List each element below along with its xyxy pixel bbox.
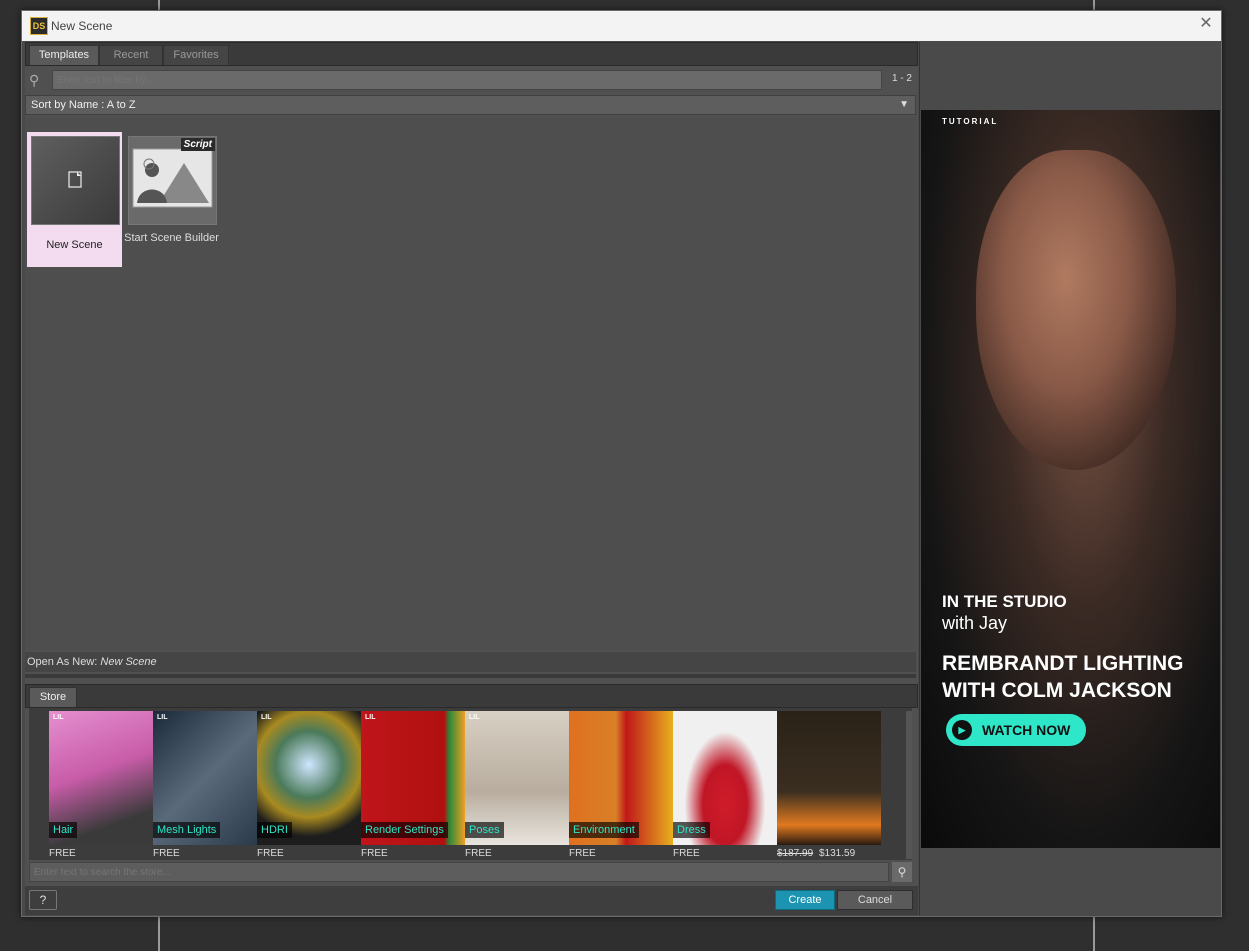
store-price: FREE <box>569 848 596 859</box>
store-item[interactable]: $187.99 $131.59 <box>777 711 881 860</box>
store-caption: Render Settings <box>361 822 448 838</box>
template-grid: New Scene Script Start Scene Builder <box>25 118 916 650</box>
filter-input[interactable] <box>52 70 882 90</box>
tab-favorites[interactable]: Favorites <box>163 45 229 65</box>
ad-panel: TUTORIAL IN THE STUDIO with Jay REMBRAND… <box>919 42 1221 915</box>
lil-badge: LIL <box>469 714 480 721</box>
store-caption: HDRI <box>257 822 292 838</box>
open-as-prefix: Open As New: <box>27 656 98 668</box>
store-price-old: $187.99 <box>777 848 814 859</box>
cancel-button[interactable]: Cancel <box>837 890 913 910</box>
store-caption: Mesh Lights <box>153 822 221 838</box>
tab-store[interactable]: Store <box>29 687 77 707</box>
app-icon: DS <box>30 17 48 35</box>
ad-headline-2: WITH COLM JACKSON <box>942 679 1172 702</box>
ad-tag: TUTORIAL <box>942 117 999 126</box>
create-button[interactable]: Create <box>775 890 835 910</box>
store-item[interactable]: LIL Poses FREE <box>465 711 569 860</box>
search-icon[interactable]: ⚲ <box>892 862 912 882</box>
store-price: FREE <box>153 848 180 859</box>
store-caption: Poses <box>465 822 504 838</box>
viewport-line <box>1093 0 1095 10</box>
store-price: FREE <box>673 848 700 859</box>
open-as-new: Open As New: New Scene <box>25 652 916 672</box>
template-thumbnail: Script <box>128 136 217 225</box>
panel-divider[interactable] <box>25 674 916 678</box>
dialog-footer: ? Create Cancel <box>25 886 918 915</box>
tutorial-ad[interactable]: TUTORIAL IN THE STUDIO with Jay REMBRAND… <box>921 110 1220 848</box>
store-price: FREE <box>49 848 76 859</box>
help-button[interactable]: ? <box>29 890 57 910</box>
lil-badge: LIL <box>261 714 272 721</box>
store-price: $131.59 <box>819 848 856 859</box>
viewport-line <box>158 0 160 10</box>
viewport-line <box>1093 915 1095 951</box>
new-scene-dialog: DS New Scene ✕ Templates Recent Favorite… <box>21 10 1222 917</box>
template-label: Start Scene Builder <box>124 232 219 244</box>
template-label: New Scene <box>46 239 103 251</box>
ad-headline: REMBRANDT LIGHTING WITH COLM JACKSON <box>942 650 1183 704</box>
ad-line2: with Jay <box>942 613 1008 633</box>
store-scrollbar[interactable] <box>906 711 912 859</box>
store-caption: Hair <box>49 822 78 838</box>
search-icon: ⚲ <box>29 72 40 88</box>
ad-line1: IN THE STUDIO <box>942 592 1067 611</box>
tab-templates[interactable]: Templates <box>29 45 99 65</box>
sort-label: Sort by Name : A to Z <box>31 99 136 111</box>
viewport-line <box>158 915 160 951</box>
tab-recent[interactable]: Recent <box>99 45 163 65</box>
watch-now-label: WATCH NOW <box>982 722 1071 738</box>
store-caption: Environment <box>569 822 639 838</box>
close-icon[interactable]: ✕ <box>1197 15 1215 33</box>
document-icon <box>68 171 82 188</box>
result-count: 1 - 2 <box>891 73 912 84</box>
script-badge: Script <box>180 138 215 151</box>
sort-dropdown[interactable]: Sort by Name : A to Z ▼ <box>25 95 916 115</box>
store-item[interactable]: LIL Hair FREE <box>49 711 153 860</box>
template-tabs: Templates Recent Favorites <box>25 42 918 66</box>
filter-row: ⚲ 1 - 2 <box>25 68 916 92</box>
store-caption: Dress <box>673 822 710 838</box>
store-item[interactable]: LIL HDRI FREE <box>257 711 361 860</box>
lil-badge: LIL <box>365 714 376 721</box>
ad-portrait <box>976 150 1176 470</box>
title-bar: DS New Scene ✕ <box>22 11 1221 41</box>
template-start-scene-builder[interactable]: Script Start Scene Builder <box>124 132 219 267</box>
store-item[interactable]: Dress FREE <box>673 711 777 860</box>
window-title: New Scene <box>51 19 113 33</box>
store-price: FREE <box>361 848 388 859</box>
store-tabs: Store <box>25 684 918 708</box>
template-new-scene[interactable]: New Scene <box>27 132 122 267</box>
store-price: FREE <box>257 848 284 859</box>
chevron-down-icon: ▼ <box>899 99 909 110</box>
templates-panel: Templates Recent Favorites ⚲ 1 - 2 Sort … <box>25 42 918 886</box>
play-icon: ▶ <box>952 720 972 740</box>
store-carousel: LIL Hair FREE LIL Mesh Lights FREE LIL H… <box>29 708 912 860</box>
store-item[interactable]: LIL Mesh Lights FREE <box>153 711 257 860</box>
watch-now-button[interactable]: ▶ WATCH NOW <box>946 714 1086 746</box>
store-item[interactable]: Environment FREE <box>569 711 673 860</box>
ad-headline-1: REMBRANDT LIGHTING <box>942 652 1184 675</box>
lil-badge: LIL <box>53 714 64 721</box>
open-as-value: New Scene <box>100 656 157 668</box>
store-search-input[interactable] <box>29 862 889 882</box>
template-thumbnail <box>31 136 120 225</box>
store-thumbnail <box>777 711 881 845</box>
store-price: FREE <box>465 848 492 859</box>
store-search-row: ⚲ <box>29 862 912 884</box>
store-item[interactable]: LIL Render Settings FREE <box>361 711 465 860</box>
lil-badge: LIL <box>157 714 168 721</box>
